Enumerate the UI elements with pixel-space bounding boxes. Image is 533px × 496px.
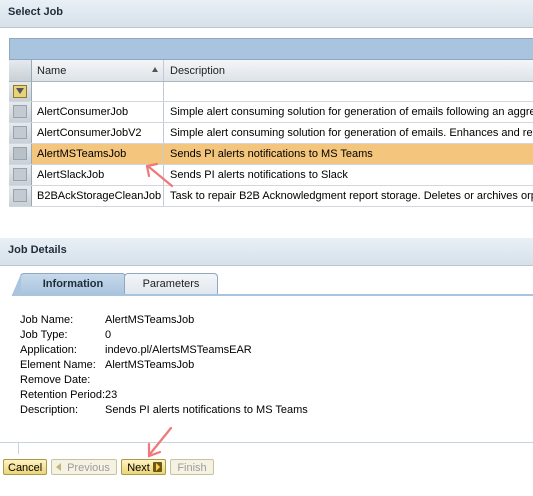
row-selector[interactable] (9, 123, 32, 143)
footer-divider-tick (18, 442, 19, 454)
column-header-name-label: Name (37, 65, 67, 77)
filter-name-cell (32, 82, 164, 101)
detail-label: Job Name: (20, 314, 74, 326)
previous-button[interactable]: Previous (51, 459, 117, 475)
table-header-row: Name Description (9, 60, 533, 82)
table-row[interactable]: AlertSlackJob Sends PI alerts notificati… (9, 165, 533, 186)
job-details-title: Job Details (8, 244, 67, 256)
job-details-header: Job Details (0, 238, 533, 266)
job-description-cell[interactable]: Sends PI alerts notifications to Slack (164, 165, 533, 185)
detail-row-remove-date: Remove Date: (20, 373, 308, 388)
table-toolbar (9, 38, 533, 60)
job-name-cell[interactable]: AlertMSTeamsJob (32, 144, 164, 164)
row-selector[interactable] (9, 165, 32, 185)
detail-label: Description: (20, 404, 79, 416)
next-button[interactable]: Next (121, 459, 166, 475)
tab-strip-divider (12, 294, 533, 296)
previous-button-label: Previous (67, 461, 110, 474)
table-row[interactable]: AlertConsumerJob Simple alert consuming … (9, 102, 533, 123)
footer-divider (0, 442, 533, 443)
job-name-cell[interactable]: AlertConsumerJobV2 (32, 123, 164, 143)
arrow-right-icon (153, 462, 162, 472)
tab-parameters[interactable]: Parameters (124, 273, 218, 295)
detail-label: Job Type: (20, 329, 68, 341)
job-details-fields: Job Name: AlertMSTeamsJob Job Type: 0 Appl… (20, 313, 308, 418)
job-name-cell[interactable]: AlertConsumerJob (32, 102, 164, 122)
job-name-cell[interactable]: AlertSlackJob (32, 165, 164, 185)
row-selector-box (13, 147, 27, 160)
detail-label: Retention Period: (20, 389, 105, 401)
row-selector[interactable] (9, 102, 32, 122)
detail-row-application: Application: indevo.pl/AlertsMSTeamsEAR (20, 343, 308, 358)
job-description-cell[interactable]: Task to repair B2B Acknowledgment report… (164, 186, 533, 206)
row-selector[interactable] (9, 186, 32, 206)
detail-value: Sends PI alerts notifications to MS Team… (105, 404, 308, 416)
tab-information-label: Information (42, 278, 104, 290)
sort-ascending-icon[interactable] (152, 67, 158, 72)
filter-description-cell (164, 82, 533, 101)
table-row[interactable]: B2BAckStorageCleanJob Task to repair B2B… (9, 186, 533, 207)
filter-row (9, 82, 533, 102)
detail-row-retention-period: Retention Period:23 (20, 388, 308, 403)
row-selector-box (13, 126, 27, 139)
job-description-cell[interactable]: Simple alert consuming solution for gene… (164, 123, 533, 143)
detail-label: Element Name: (20, 359, 96, 371)
detail-value: AlertMSTeamsJob (105, 314, 195, 326)
detail-label: Remove Date: (20, 374, 91, 386)
next-button-label: Next (127, 461, 150, 474)
table-row[interactable]: AlertConsumerJobV2 Simple alert consumin… (9, 123, 533, 144)
detail-value: 23 (105, 389, 118, 401)
column-header-description-label: Description (170, 65, 226, 77)
detail-value: indevo.pl/AlertsMSTeamsEAR (105, 344, 252, 356)
detail-value: 0 (105, 329, 112, 341)
tab-parameters-label: Parameters (142, 278, 200, 290)
filter-name-input[interactable] (32, 82, 163, 101)
detail-value: AlertMSTeamsJob (105, 359, 195, 371)
job-description-cell[interactable]: Simple alert consuming solution for gene… (164, 102, 533, 122)
detail-row-job-type: Job Type: 0 (20, 328, 308, 343)
row-selector-box (13, 189, 27, 202)
row-selector[interactable] (9, 144, 32, 164)
row-selector-box (13, 105, 27, 118)
arrow-left-icon (56, 463, 61, 471)
select-job-header: Select Job (0, 0, 533, 28)
tab-information[interactable]: Information (12, 273, 126, 295)
column-header-description[interactable]: Description (164, 60, 533, 81)
filter-toggle-cell[interactable] (9, 82, 32, 101)
job-description-cell[interactable]: Sends PI alerts notifications to MS Team… (164, 144, 533, 164)
row-selector-box (13, 168, 27, 181)
column-header-name[interactable]: Name (32, 60, 164, 81)
select-job-title: Select Job (8, 6, 64, 18)
filter-description-input[interactable] (164, 82, 533, 101)
cancel-button[interactable]: Cancel (3, 459, 47, 475)
detail-label: Application: (20, 344, 77, 356)
select-all-cell[interactable] (9, 60, 32, 81)
job-name-cell[interactable]: B2BAckStorageCleanJob (32, 186, 164, 206)
filter-icon[interactable] (13, 85, 27, 98)
detail-row-description: Description: Sends PI alerts notification… (20, 403, 308, 418)
detail-row-job-name: Job Name: AlertMSTeamsJob (20, 313, 308, 328)
jobs-table: Name Description AlertConsumerJob Simple… (9, 38, 533, 207)
table-row-selected[interactable]: AlertMSTeamsJob Sends PI alerts notifica… (9, 144, 533, 165)
finish-button[interactable]: Finish (170, 459, 214, 475)
detail-row-element-name: Element Name: AlertMSTeamsJob (20, 358, 308, 373)
